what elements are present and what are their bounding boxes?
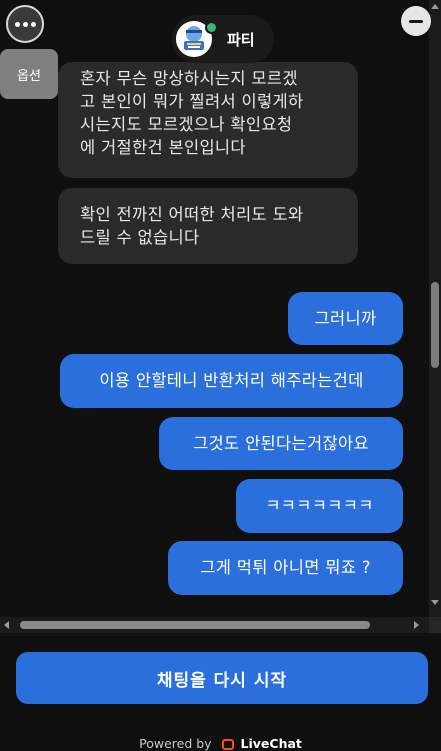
ellipsis-icon <box>14 21 20 27</box>
online-status-icon <box>205 21 218 34</box>
scroll-right-arrow-icon[interactable] <box>414 621 419 629</box>
agent-message: 혼자 무슨 망상하시는지 모르겠 고 본인이 뭐가 찔려서 이렇게하 시는지도 … <box>58 62 358 178</box>
agent-info: 파티 <box>172 15 274 63</box>
agent-message: 확인 전까진 어떠한 처리도 도와 드릴 수 없습니다 <box>58 188 358 264</box>
vertical-scroll-thumb[interactable] <box>431 282 439 368</box>
horizontal-scroll-thumb[interactable] <box>20 621 370 629</box>
user-message: 그러니까 <box>288 292 403 345</box>
powered-by-link[interactable]: Powered by LiveChat <box>0 736 441 751</box>
restart-chat-button[interactable]: 채팅을 다시 시작 <box>16 652 428 704</box>
options-button[interactable] <box>6 5 44 43</box>
minimize-button[interactable] <box>401 6 431 36</box>
agent-name: 파티 <box>227 31 255 49</box>
livechat-logo-icon <box>221 739 234 750</box>
horizontal-scrollbar[interactable] <box>0 617 441 633</box>
minimize-icon <box>409 19 423 23</box>
scroll-left-arrow-icon[interactable] <box>4 621 9 629</box>
restart-chat-label: 채팅을 다시 시작 <box>156 670 288 691</box>
user-message: 그게 먹튀 아니면 뭐죠 ? <box>168 541 403 595</box>
options-tooltip-label: 옵션 <box>17 68 41 84</box>
message-list[interactable]: 혼자 무슨 망상하시는지 모르겠 고 본인이 뭐가 찔려서 이렇게하 시는지도 … <box>0 0 429 617</box>
scroll-down-arrow-icon[interactable] <box>431 600 439 605</box>
powered-by-text: Powered by <box>139 736 212 751</box>
options-tooltip: 옵션 <box>0 49 58 99</box>
brand-name: LiveChat <box>240 736 302 751</box>
scroll-up-arrow-icon[interactable] <box>431 4 439 9</box>
user-message: ㅋㅋㅋㅋㅋㅋㅋ <box>236 479 403 533</box>
user-message: 이용 안할테니 반환처리 해주라는건데 <box>60 354 403 408</box>
user-message: 그것도 안된다는거잖아요 <box>159 417 403 470</box>
scrollbar-corner <box>429 617 441 633</box>
ellipsis-icon-dot <box>30 21 36 27</box>
vertical-scrollbar[interactable] <box>429 0 441 617</box>
ellipsis-icon-dot <box>22 21 28 27</box>
